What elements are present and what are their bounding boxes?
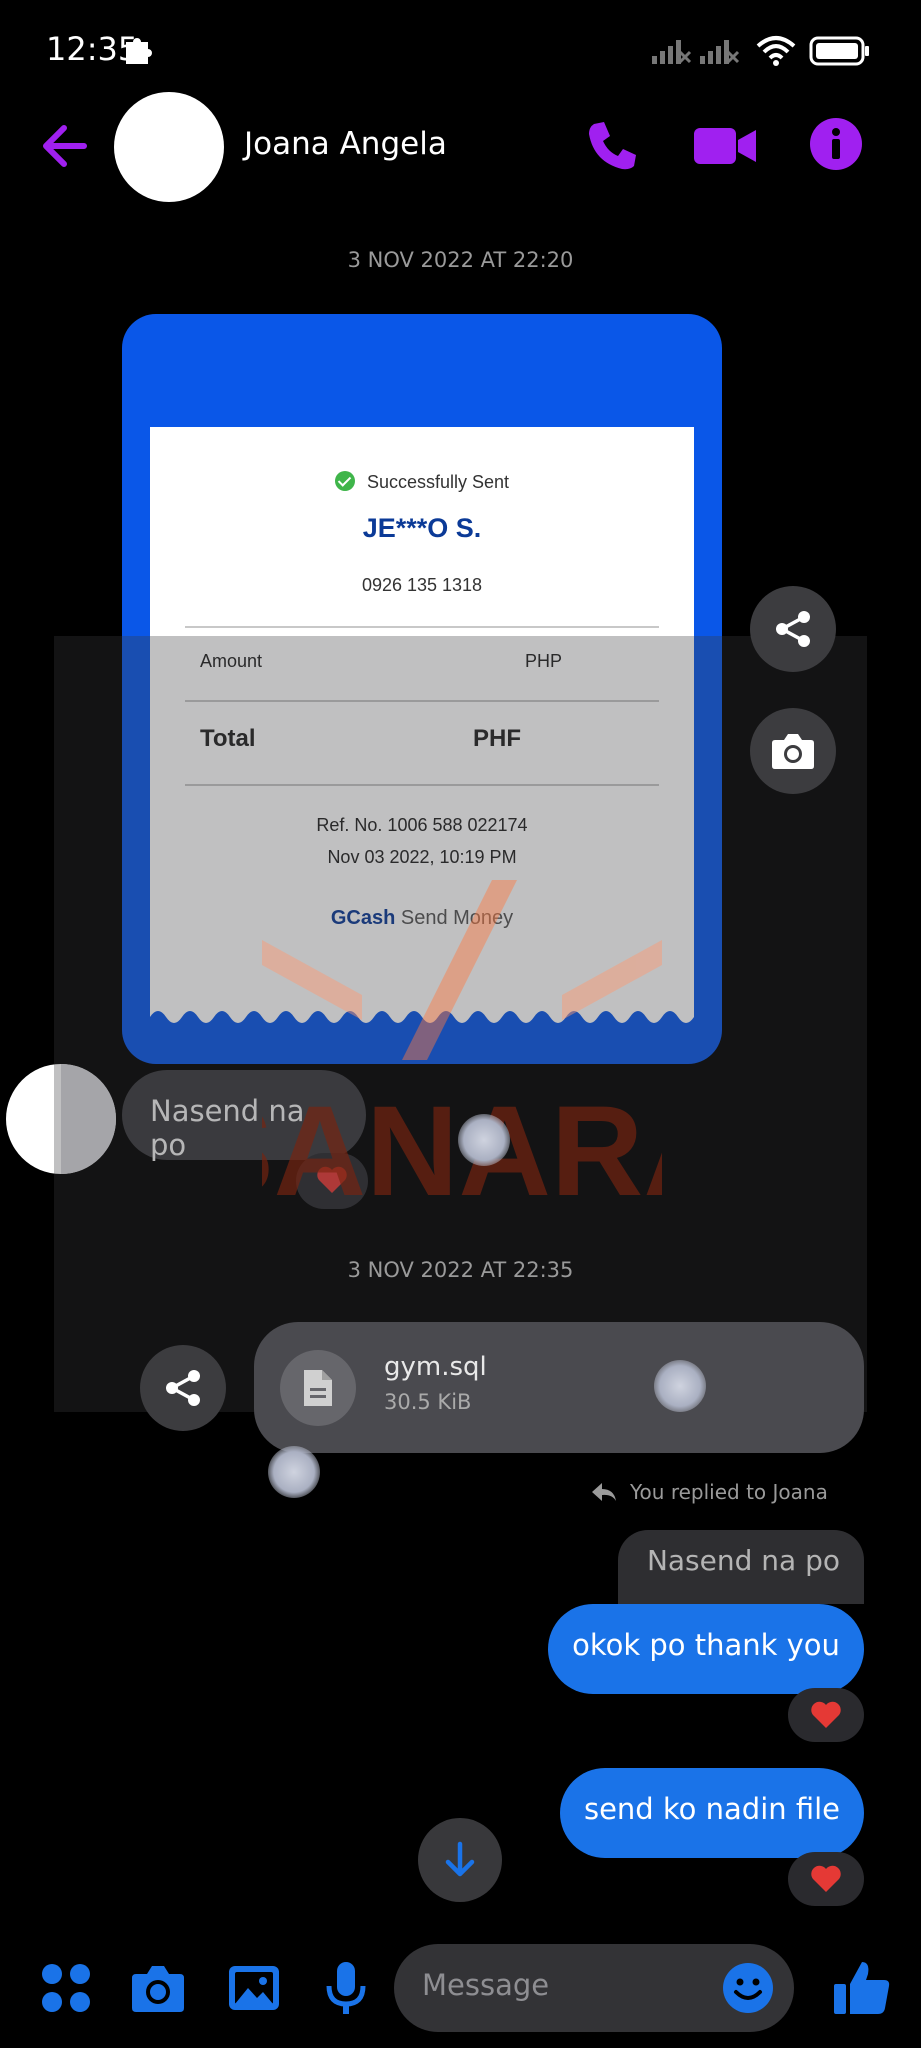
camera-icon[interactable] (130, 1960, 186, 2016)
wifi-icon (756, 36, 796, 66)
file-name: gym.sql (384, 1352, 487, 1382)
receipt-brand-service: Send Money (395, 907, 514, 929)
message-placeholder: Message (422, 1968, 550, 2002)
receipt-total-label: Total (200, 725, 256, 752)
camera-icon (772, 734, 814, 769)
receipt-phone: 0926 135 1318 (361, 575, 483, 595)
touch-indicator (268, 1446, 320, 1498)
signal-icon (652, 40, 692, 64)
divider (185, 784, 659, 786)
back-button[interactable] (36, 118, 96, 174)
thumbs-up-icon[interactable] (832, 1958, 892, 2018)
receipt-recipient: JE***O S. (362, 513, 482, 543)
receipt-paper: Successfully Sent JE***O S. 0926 135 131… (150, 427, 694, 1029)
check-icon (334, 471, 355, 491)
reaction-badge[interactable] (296, 1153, 368, 1209)
message-bubble-outgoing[interactable]: okok po thank you (548, 1604, 864, 1694)
receipt-ref: Ref. No. 1006 588 022174 (316, 815, 528, 835)
heart-icon (811, 1865, 841, 1892)
avatar[interactable] (6, 1064, 116, 1174)
battery-icon (809, 36, 869, 66)
share-button[interactable] (140, 1345, 226, 1431)
document-icon (304, 1370, 332, 1406)
share-icon (166, 1370, 200, 1406)
divider (185, 626, 659, 628)
receipt-image[interactable]: Successfully Sent JE***O S. 0926 135 131… (122, 314, 722, 1064)
message-bubble-incoming[interactable]: Nasend na po (122, 1070, 366, 1162)
reply-indicator-text: You replied to Joana (630, 1480, 828, 1504)
receipt-amount-value: PHP (525, 651, 563, 671)
extension-icon (126, 38, 152, 64)
receipt-total-value: PHF (473, 725, 521, 752)
reply-indicator: You replied to Joana (590, 1480, 828, 1504)
touch-indicator (458, 1114, 510, 1166)
apps-icon[interactable] (38, 1960, 94, 2016)
share-icon (776, 611, 810, 647)
status-icons (652, 36, 869, 66)
file-size: 30.5 KiB (384, 1390, 472, 1414)
avatar[interactable] (114, 92, 224, 202)
touch-indicator (654, 1360, 706, 1412)
quoted-message[interactable]: Nasend na po (618, 1530, 864, 1604)
emoji-icon[interactable] (722, 1962, 774, 2014)
reaction-badge[interactable] (788, 1688, 864, 1742)
message-input[interactable]: Message (394, 1944, 794, 2032)
timestamp: 3 NOV 2022 AT 22:20 (347, 248, 574, 272)
camera-button[interactable] (750, 708, 836, 794)
scroll-to-bottom-button[interactable] (418, 1818, 502, 1902)
arrow-down-icon (445, 1841, 475, 1877)
message-bubble-outgoing[interactable]: send ko nadin file (560, 1768, 864, 1858)
file-icon-container (280, 1350, 356, 1426)
video-call-icon[interactable] (692, 122, 758, 170)
microphone-icon[interactable] (318, 1960, 374, 2016)
contact-name[interactable]: Joana Angela (244, 126, 447, 162)
reply-icon (592, 1483, 616, 1501)
info-icon[interactable] (808, 116, 864, 172)
receipt-date: Nov 03 2022, 10:19 PM (327, 847, 517, 867)
phone-icon[interactable] (584, 118, 640, 174)
heart-icon (317, 1166, 347, 1193)
divider (185, 700, 659, 702)
heart-icon (811, 1701, 841, 1728)
receipt-brand-name: GCash (330, 907, 396, 929)
receipt-amount-label: Amount (200, 651, 263, 671)
receipt-brand: GCash Send Money (150, 907, 694, 930)
receipt-edge (150, 1011, 694, 1029)
file-attachment[interactable]: gym.sql 30.5 KiB (254, 1322, 864, 1453)
signal-icon-2 (700, 40, 740, 64)
reaction-badge[interactable] (788, 1852, 864, 1906)
receipt-status: Successfully Sent (150, 471, 694, 493)
gallery-icon[interactable] (226, 1960, 282, 2016)
receipt-status-text: Successfully Sent (366, 472, 510, 492)
share-button[interactable] (750, 586, 836, 672)
timestamp: 3 NOV 2022 AT 22:35 (347, 1258, 574, 1282)
